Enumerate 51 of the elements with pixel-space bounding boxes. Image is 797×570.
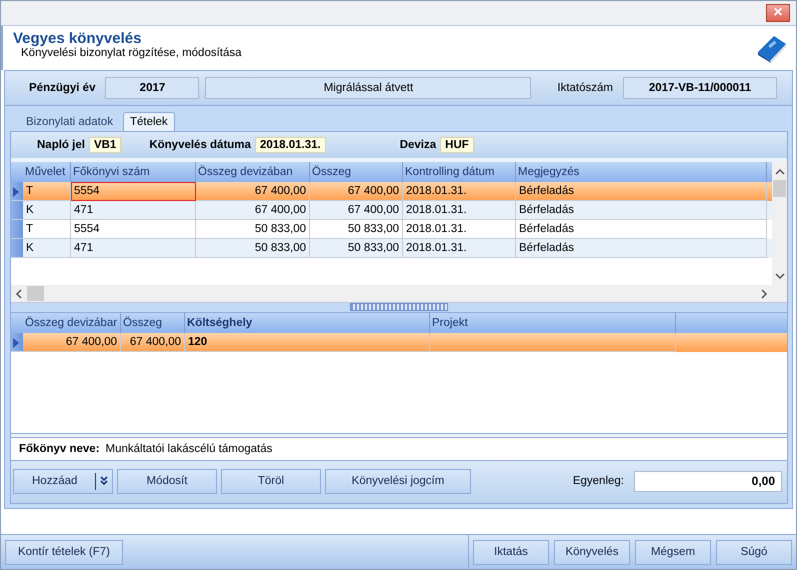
table-cell: Bérfeladás (516, 239, 767, 258)
balance-field: 0,00 (634, 470, 782, 492)
row-pointer-icon (13, 338, 19, 348)
action-button[interactable]: Hozzáad (13, 468, 113, 494)
table-cell: 120 (185, 333, 430, 352)
field-label: Könyvelés dátuma (149, 139, 251, 151)
row-header[interactable] (11, 220, 23, 239)
field-label: Főkönyv neve: (19, 443, 100, 455)
table-cell: 5554 (71, 182, 196, 201)
field-label: Egyenleg: (572, 475, 624, 487)
field-label: Pénzügyi év (29, 82, 96, 94)
row-header[interactable] (11, 239, 23, 258)
splitter-handle[interactable] (350, 303, 448, 311)
currency-field: HUF (440, 137, 474, 153)
number-field: 2017-VB-11/000011 (623, 77, 777, 99)
field-label: Napló jel (37, 139, 85, 151)
vertical-scrollbar[interactable] (772, 162, 787, 302)
tab[interactable]: Tételek (122, 112, 175, 131)
journal-field: VB1 (88, 137, 122, 153)
scroll-thumb[interactable] (27, 286, 44, 301)
field-label: Deviza (400, 139, 436, 151)
status-field: Migrálással átvett (205, 77, 532, 99)
horizontal-scrollbar[interactable] (11, 285, 772, 302)
year-field: 2017 (105, 77, 200, 99)
form-title: Vegyes könyvelés (13, 30, 142, 47)
form-subtitle: Könyvelési bizonylat rögzítése, módosítása (20, 47, 242, 59)
account-name: Munkáltatói lakáscélú támogatás (106, 443, 272, 455)
action-button[interactable]: Töröl (221, 468, 321, 494)
table-cell: 50 833,00 (310, 239, 403, 258)
footer-button[interactable]: Mégsem (635, 540, 711, 564)
footer-button[interactable]: Iktatás (473, 540, 549, 564)
footer-button[interactable]: Könyvelés (554, 540, 630, 564)
field-label: Iktatószám (557, 82, 613, 94)
table-cell: K (23, 239, 71, 258)
chevron-down-icon (95, 472, 108, 490)
footer-button[interactable]: Kontír tételek (F7) (5, 540, 123, 564)
row-header[interactable] (11, 333, 23, 352)
table-cell: 2018.01.31. (403, 239, 516, 258)
scroll-thumb[interactable] (773, 180, 786, 197)
column-header[interactable]: Főkönyvi szám (71, 162, 196, 182)
date-field: 2018.01.31. (254, 137, 326, 153)
tab[interactable]: Bizonylati adatok (20, 113, 119, 131)
row-header[interactable] (11, 182, 23, 201)
table-cell: 471 (71, 239, 196, 258)
action-button[interactable]: Módosít (117, 468, 217, 494)
action-button[interactable]: Könyvelési jogcím (325, 468, 471, 494)
table-cell: 50 833,00 (196, 239, 310, 258)
table-cell: 67 400,00 (23, 333, 121, 352)
row-header[interactable] (11, 201, 23, 220)
footer-button[interactable]: Súgó (716, 540, 792, 564)
table-cell: 67 400,00 (121, 333, 185, 352)
